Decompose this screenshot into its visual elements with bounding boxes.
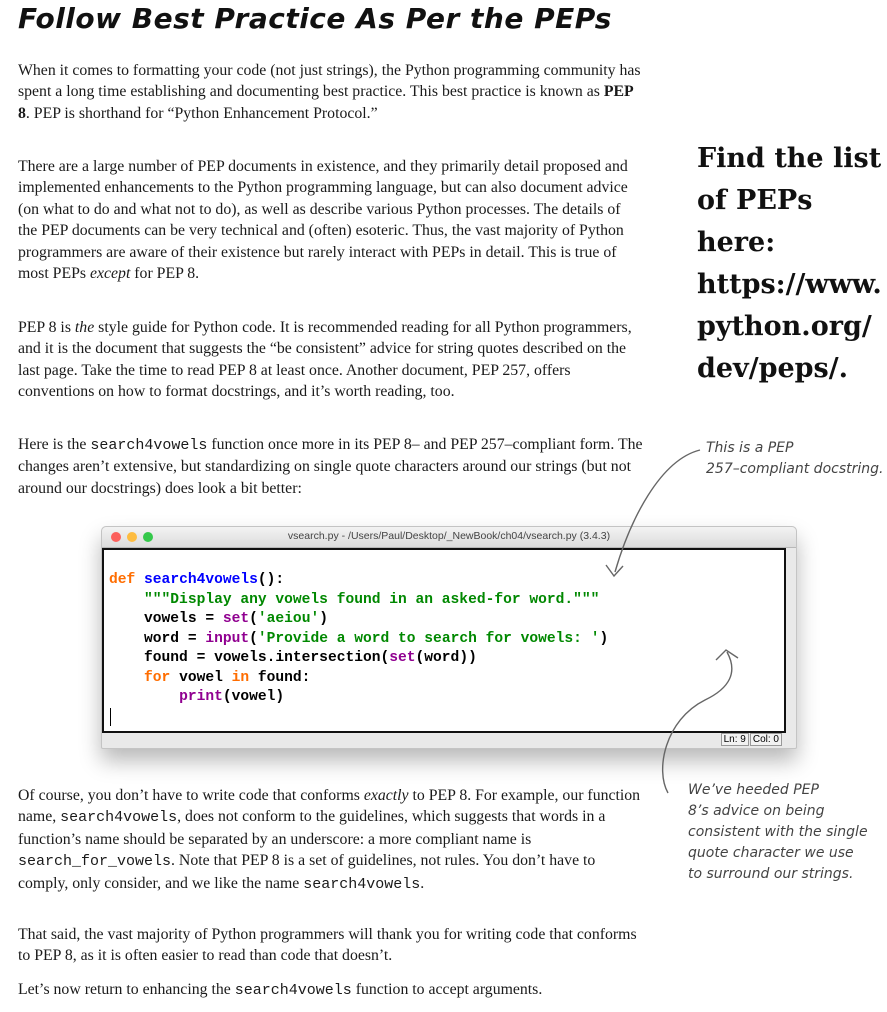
quotes-arrow-head	[715, 649, 739, 661]
docstring-arrow-head	[605, 564, 624, 578]
quotes-arrow	[661, 651, 733, 794]
docstring-arrow	[614, 449, 701, 573]
annotation-arrows	[605, 449, 739, 794]
